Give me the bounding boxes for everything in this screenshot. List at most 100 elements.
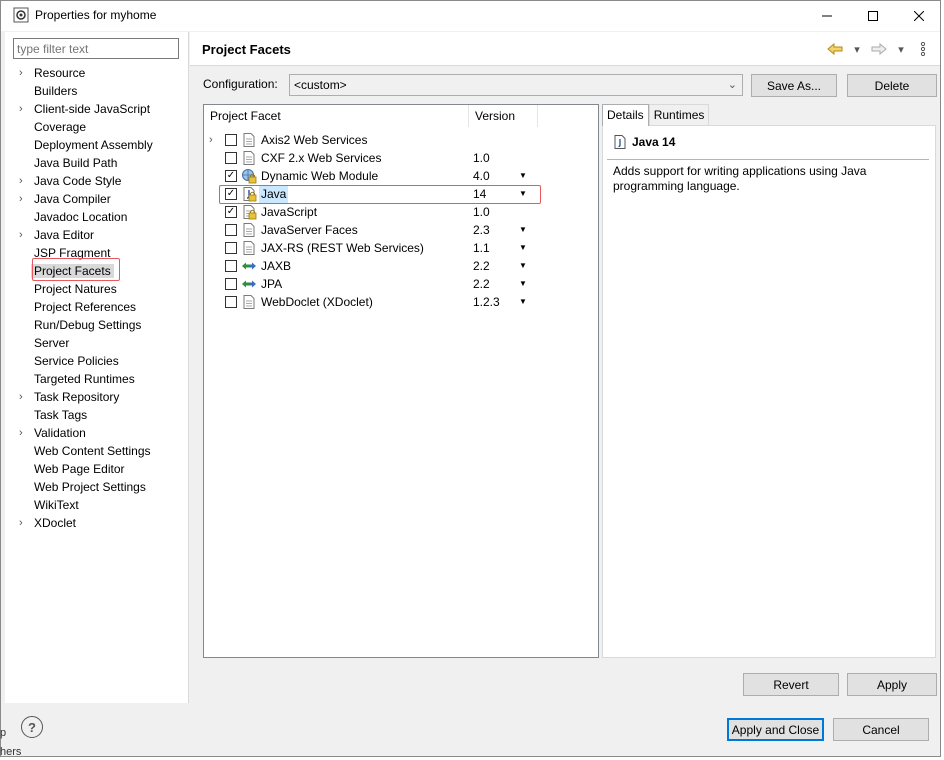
- sidebar-item-resource[interactable]: › Resource: [5, 64, 188, 82]
- facet-version[interactable]: 2.2: [473, 257, 490, 275]
- sidebar-item-builders[interactable]: Builders: [5, 82, 188, 100]
- apply-button[interactable]: Apply: [847, 673, 937, 696]
- facet-version[interactable]: 14: [473, 185, 486, 203]
- back-menu-chevron-icon[interactable]: ▾: [848, 40, 866, 58]
- sidebar-item-task-tags[interactable]: Task Tags: [5, 406, 188, 424]
- version-dropdown-icon[interactable]: ▼: [519, 275, 527, 293]
- sidebar-item-web-page-editor[interactable]: Web Page Editor: [5, 460, 188, 478]
- save-as-button[interactable]: Save As...: [751, 74, 837, 97]
- chevron-right-icon[interactable]: ›: [209, 131, 219, 149]
- page-icon: [241, 150, 257, 166]
- facet-row-javaserver-faces[interactable]: JavaServer Faces 2.3 ▼: [204, 221, 598, 239]
- facet-checkbox[interactable]: [225, 260, 237, 272]
- close-button[interactable]: [896, 1, 942, 31]
- tab-details[interactable]: Details: [602, 104, 649, 126]
- sidebar-item-project-references[interactable]: Project References: [5, 298, 188, 316]
- version-dropdown-icon[interactable]: ▼: [519, 221, 527, 239]
- sidebar-item-task-repository[interactable]: › Task Repository: [5, 388, 188, 406]
- facet-version[interactable]: 4.0: [473, 167, 490, 185]
- chevron-right-icon[interactable]: ›: [19, 64, 29, 82]
- facet-row-jpa[interactable]: JPA 2.2 ▼: [204, 275, 598, 293]
- facet-name: JAXB: [261, 259, 292, 273]
- background-text-fragment: hers: [0, 746, 22, 758]
- facet-version[interactable]: 1.2.3: [473, 293, 500, 311]
- facet-row-java[interactable]: ✓ Java 14 ▼: [204, 185, 598, 203]
- facet-version[interactable]: 2.3: [473, 221, 490, 239]
- details-description: Adds support for writing applications us…: [613, 164, 867, 193]
- sidebar-item-targeted-runtimes[interactable]: Targeted Runtimes: [5, 370, 188, 388]
- sidebar-item-java-build-path[interactable]: Java Build Path: [5, 154, 188, 172]
- configuration-select[interactable]: <custom> ⌄: [289, 74, 743, 96]
- facet-checkbox[interactable]: [225, 224, 237, 236]
- facet-row-jax-rs-rest-web-services[interactable]: JAX-RS (REST Web Services) 1.1 ▼: [204, 239, 598, 257]
- chevron-right-icon[interactable]: ›: [19, 226, 29, 244]
- sidebar-item-service-policies[interactable]: Service Policies: [5, 352, 188, 370]
- sidebar-item-java-code-style[interactable]: › Java Code Style: [5, 172, 188, 190]
- facet-checkbox[interactable]: ✓: [225, 206, 237, 218]
- help-icon[interactable]: ?: [21, 716, 43, 738]
- facet-row-cxf-2-x-web-services[interactable]: CXF 2.x Web Services 1.0: [204, 149, 598, 167]
- facet-checkbox[interactable]: [225, 296, 237, 308]
- chevron-right-icon[interactable]: ›: [19, 388, 29, 406]
- apply-and-close-button[interactable]: Apply and Close: [727, 718, 824, 741]
- sidebar-item-web-project-settings[interactable]: Web Project Settings: [5, 478, 188, 496]
- chevron-right-icon[interactable]: ›: [19, 514, 29, 532]
- sidebar-item-validation[interactable]: › Validation: [5, 424, 188, 442]
- version-dropdown-icon[interactable]: ▼: [519, 293, 527, 311]
- cancel-button[interactable]: Cancel: [833, 718, 929, 741]
- sidebar-item-xdoclet[interactable]: › XDoclet: [5, 514, 188, 532]
- facet-checkbox[interactable]: [225, 152, 237, 164]
- sidebar-item-coverage[interactable]: Coverage: [5, 118, 188, 136]
- filter-input[interactable]: [13, 38, 179, 59]
- chevron-right-icon[interactable]: ›: [19, 190, 29, 208]
- facet-checkbox[interactable]: [225, 278, 237, 290]
- sidebar-item-deployment-assembly[interactable]: Deployment Assembly: [5, 136, 188, 154]
- sidebar-item-jsp-fragment[interactable]: JSP Fragment: [5, 244, 188, 262]
- close-icon: [914, 11, 924, 21]
- chevron-right-icon[interactable]: ›: [19, 100, 29, 118]
- sidebar-item-label: Java Build Path: [34, 156, 118, 170]
- facet-row-javascript[interactable]: ✓ JavaScript 1.0: [204, 203, 598, 221]
- tab-runtimes[interactable]: Runtimes: [648, 104, 710, 126]
- sidebar-item-server[interactable]: Server: [5, 334, 188, 352]
- delete-button[interactable]: Delete: [847, 74, 937, 97]
- facet-version[interactable]: 2.2: [473, 275, 490, 293]
- sidebar-item-label: Run/Debug Settings: [34, 318, 142, 332]
- configuration-label: Configuration:: [203, 77, 278, 91]
- version-dropdown-icon[interactable]: ▼: [519, 185, 527, 203]
- chevron-right-icon[interactable]: ›: [19, 172, 29, 190]
- facet-row-jaxb[interactable]: JAXB 2.2 ▼: [204, 257, 598, 275]
- minimize-button[interactable]: [804, 1, 850, 31]
- forward-arrow-icon[interactable]: [870, 40, 888, 58]
- column-header-version[interactable]: Version: [469, 105, 538, 127]
- facet-checkbox[interactable]: ✓: [225, 188, 237, 200]
- facet-row-axis2-web-services[interactable]: › Axis2 Web Services: [204, 131, 598, 149]
- sidebar-item-project-facets[interactable]: Project Facets: [5, 262, 188, 280]
- sidebar-item-java-compiler[interactable]: › Java Compiler: [5, 190, 188, 208]
- facet-version[interactable]: 1.1: [473, 239, 490, 257]
- facet-row-dynamic-web-module[interactable]: ✓ Dynamic Web Module 4.0 ▼: [204, 167, 598, 185]
- maximize-button[interactable]: [850, 1, 896, 31]
- column-header-facet[interactable]: Project Facet: [204, 105, 469, 127]
- java-lock-icon: [241, 186, 257, 202]
- sidebar-item-javadoc-location[interactable]: Javadoc Location: [5, 208, 188, 226]
- revert-button[interactable]: Revert: [743, 673, 839, 696]
- sidebar-item-project-natures[interactable]: Project Natures: [5, 280, 188, 298]
- sidebar-item-wikitext[interactable]: WikiText: [5, 496, 188, 514]
- sidebar-item-client-side-javascript[interactable]: › Client-side JavaScript: [5, 100, 188, 118]
- facet-checkbox[interactable]: [225, 242, 237, 254]
- facet-row-webdoclet-xdoclet[interactable]: WebDoclet (XDoclet) 1.2.3 ▼: [204, 293, 598, 311]
- chevron-right-icon[interactable]: ›: [19, 424, 29, 442]
- version-dropdown-icon[interactable]: ▼: [519, 167, 527, 185]
- view-menu-icon[interactable]: [914, 40, 932, 58]
- details-title: Java 14: [632, 135, 676, 149]
- back-arrow-icon[interactable]: [826, 40, 844, 58]
- sidebar-item-run-debug-settings[interactable]: Run/Debug Settings: [5, 316, 188, 334]
- version-dropdown-icon[interactable]: ▼: [519, 239, 527, 257]
- forward-menu-chevron-icon[interactable]: ▾: [892, 40, 910, 58]
- facet-checkbox[interactable]: ✓: [225, 170, 237, 182]
- version-dropdown-icon[interactable]: ▼: [519, 257, 527, 275]
- facet-checkbox[interactable]: [225, 134, 237, 146]
- sidebar-item-web-content-settings[interactable]: Web Content Settings: [5, 442, 188, 460]
- sidebar-item-java-editor[interactable]: › Java Editor: [5, 226, 188, 244]
